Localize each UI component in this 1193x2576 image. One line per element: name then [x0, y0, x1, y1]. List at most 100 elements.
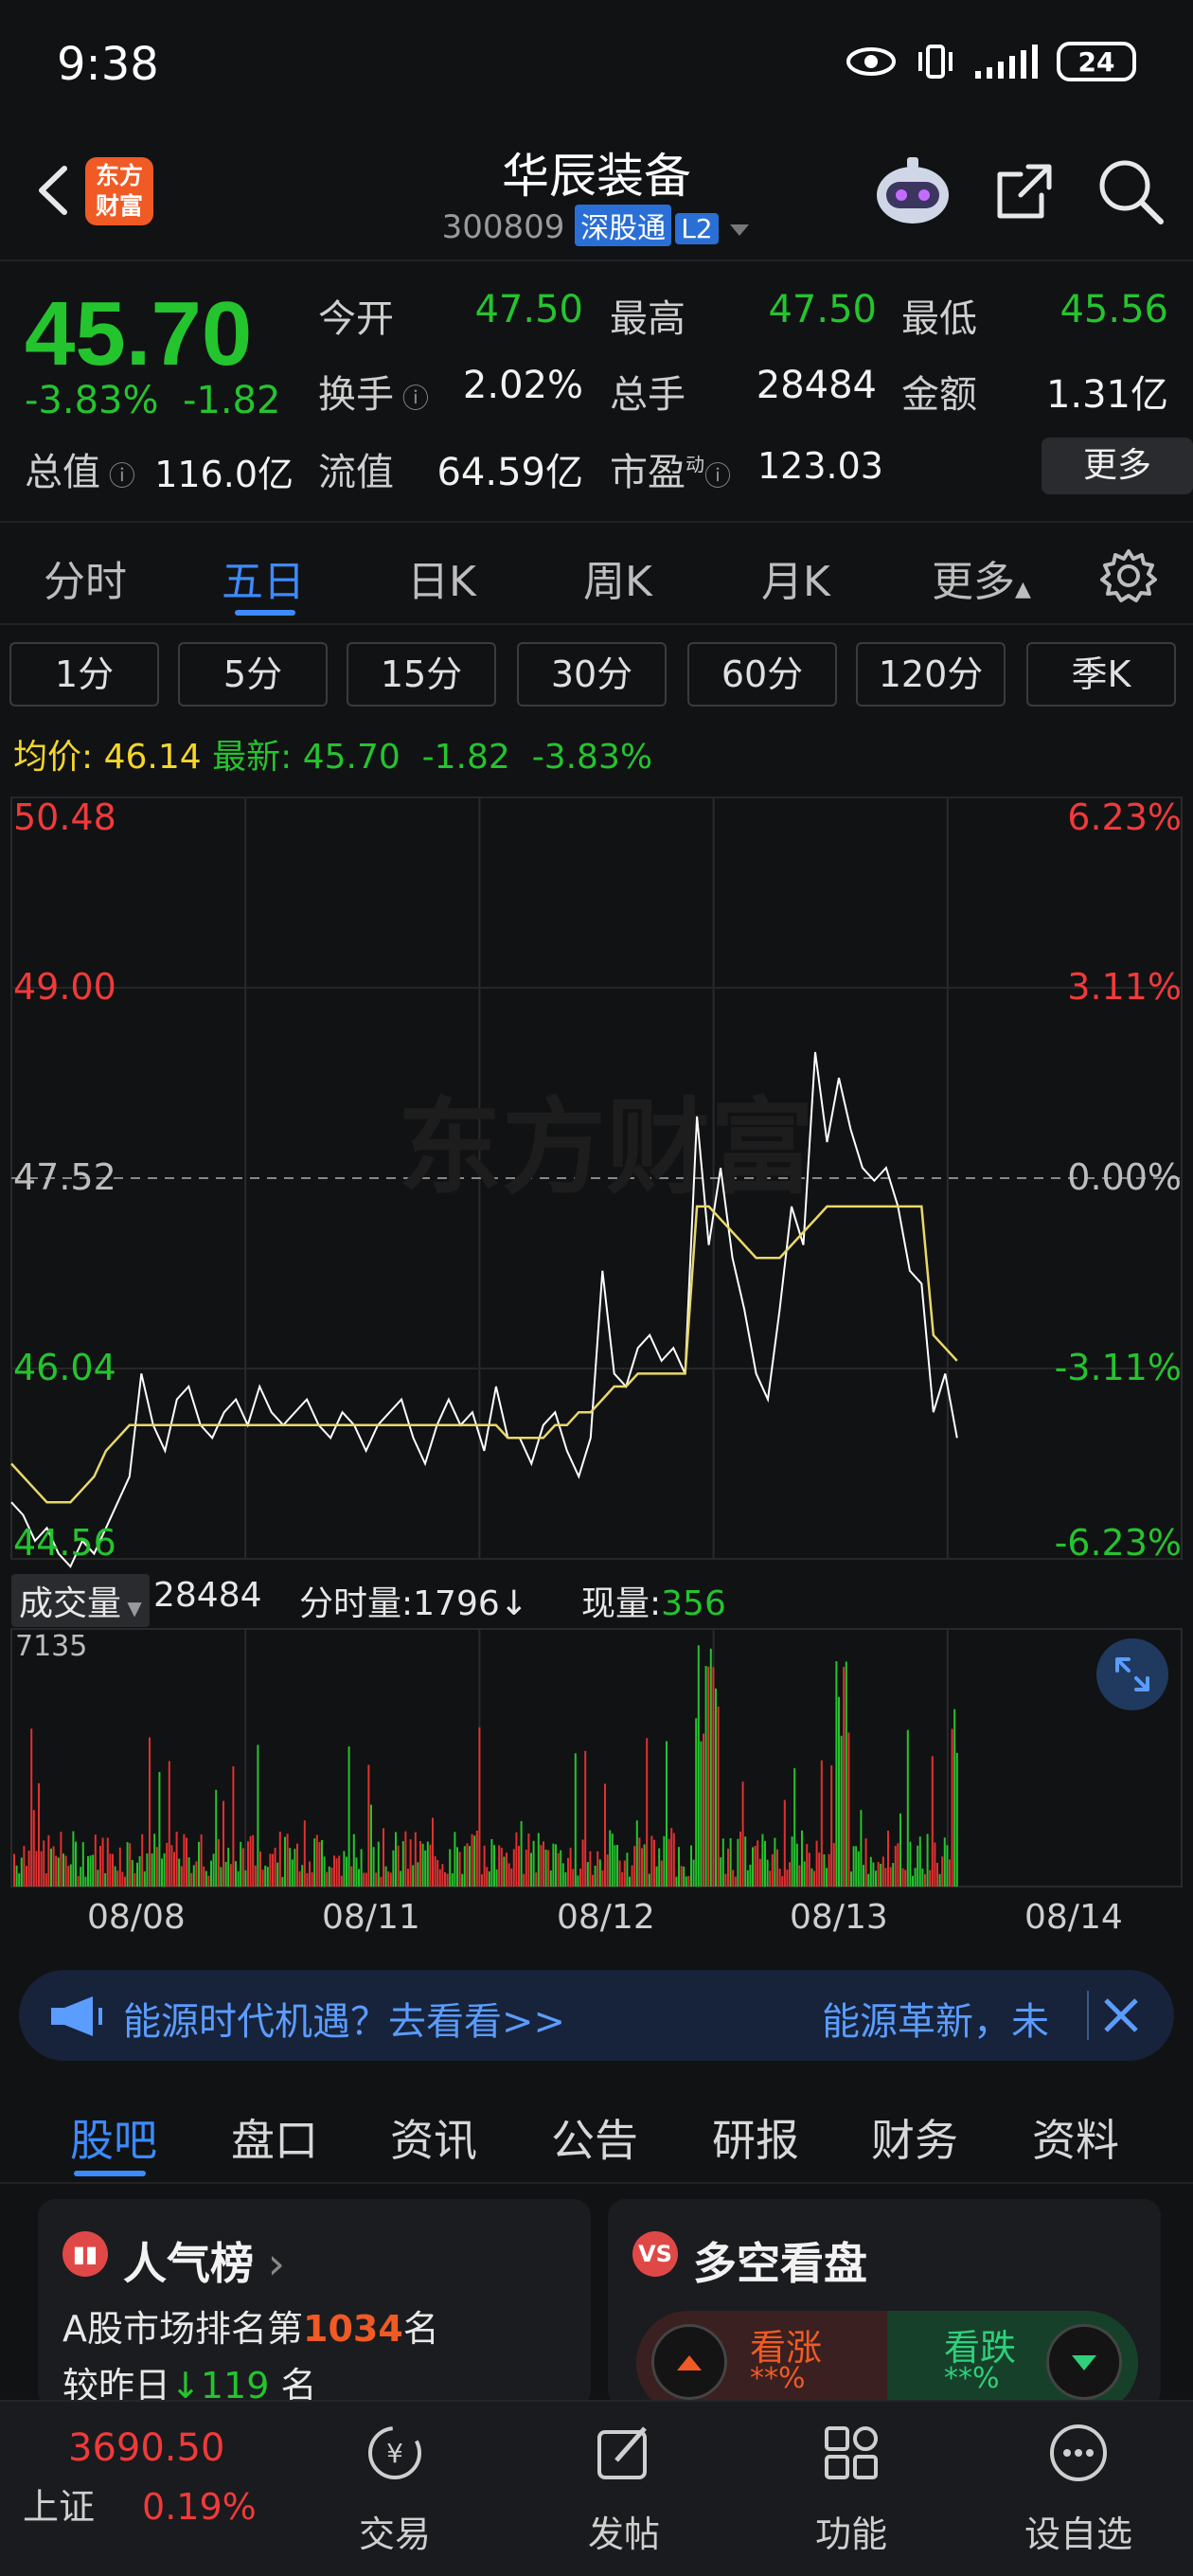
volume-chart[interactable]: 7135: [0, 1625, 1193, 1890]
banner-text-right[interactable]: 能源革新，未: [822, 1991, 1049, 2046]
search-icon[interactable]: [1095, 155, 1166, 227]
triangle-up-icon: [677, 2355, 702, 2370]
volume-bar: [815, 1840, 818, 1887]
volume-bar: [813, 1870, 815, 1887]
volume-bar: [512, 1849, 515, 1887]
popularity-card[interactable]: ▮▮ 人气榜 › A股市场排名第1034名 较昨日↓119 名: [38, 2199, 591, 2407]
tab-fenshi[interactable]: 分时: [44, 547, 127, 608]
volume-bar: [586, 1862, 589, 1887]
volume-bar: [668, 1838, 670, 1887]
volume-bar: [407, 1869, 409, 1887]
volume-bar: [340, 1875, 343, 1887]
high-label: 最高: [610, 297, 686, 341]
tab-monthly-k[interactable]: 月K: [761, 547, 830, 608]
nav-post[interactable]: 发帖: [553, 2419, 695, 2557]
more-button[interactable]: 更多: [1042, 438, 1193, 494]
volume-bar: [653, 1839, 655, 1887]
volume-bar: [131, 1860, 134, 1887]
volume-bar: [633, 1846, 636, 1887]
interval-30min[interactable]: 30分: [517, 642, 667, 707]
volume-bar: [820, 1760, 823, 1887]
tab-weekly-k[interactable]: 周K: [583, 547, 652, 608]
long-short-card[interactable]: VS 多空看盘 看涨 **% 看跌 **%: [608, 2199, 1161, 2407]
info-icon[interactable]: ⓘ: [100, 460, 135, 492]
tab-finance[interactable]: 财务: [871, 2106, 958, 2169]
volume-bar: [912, 1875, 914, 1887]
date-axis: 08/08 08/11 08/12 08/13 08/14: [0, 1898, 1193, 1945]
volume-bar: [648, 1873, 650, 1887]
volume-bar: [855, 1846, 858, 1887]
tab-five-day[interactable]: 五日: [222, 547, 305, 608]
volume-bar: [847, 1732, 850, 1887]
tab-daily-k[interactable]: 日K: [407, 547, 476, 608]
volume-bar: [685, 1876, 687, 1887]
volume-bar: [921, 1868, 924, 1887]
nav-trade[interactable]: ¥ 交易: [324, 2419, 466, 2557]
interval-quarter-k[interactable]: 季K: [1026, 642, 1176, 707]
volume-bar: [296, 1843, 298, 1887]
battery-icon: 24: [1057, 42, 1136, 81]
tab-more[interactable]: 更多▲: [932, 547, 1031, 608]
bear-area[interactable]: 看跌 **%: [887, 2311, 1138, 2407]
interval-60min[interactable]: 60分: [687, 642, 837, 707]
promo-banner[interactable]: 能源时代机遇？去看看>> 能源革新，未: [19, 1970, 1174, 2061]
volume-bar: [210, 1860, 212, 1887]
volume-bar: [195, 1861, 198, 1887]
volume-bar: [444, 1871, 446, 1887]
nav-watchlist[interactable]: 设自选: [1007, 2419, 1149, 2557]
volume-bar: [872, 1862, 875, 1887]
volume-bar: [881, 1856, 884, 1887]
info-icon[interactable]: ⓘ: [704, 460, 731, 492]
volume-bar: [774, 1837, 776, 1887]
y-tick-label-left: 46.04: [13, 1347, 116, 1388]
volume-bar: [618, 1860, 621, 1887]
settings-gear-icon[interactable]: [1100, 547, 1157, 604]
interval-15min[interactable]: 15分: [347, 642, 496, 707]
volume-bar: [493, 1845, 495, 1887]
tab-pankou[interactable]: 盘口: [231, 2106, 318, 2169]
interval-1min[interactable]: 1分: [9, 642, 159, 707]
price-chart[interactable]: 东方财富 50.48 6.23% 49.00 3.11% 47.52 0.00% 46.04…: [0, 786, 1193, 1572]
share-icon[interactable]: [990, 157, 1059, 225]
bull-area[interactable]: 看涨 **%: [636, 2311, 887, 2407]
tab-announcements[interactable]: 公告: [551, 2106, 638, 2169]
index-pct: 0.19%: [142, 2486, 257, 2528]
volume-bar: [776, 1849, 778, 1887]
volume-bar: [707, 1666, 710, 1887]
volume-bar: [946, 1845, 949, 1887]
nav-watchlist-label: 设自选: [1024, 2513, 1132, 2555]
volume-bar: [752, 1847, 754, 1887]
volume-bar: [746, 1869, 749, 1887]
tab-news[interactable]: 资讯: [390, 2106, 477, 2169]
tab-profile[interactable]: 资料: [1032, 2106, 1119, 2169]
volume-bar: [904, 1869, 907, 1887]
interval-5min[interactable]: 5分: [178, 642, 328, 707]
volume-bar: [62, 1853, 64, 1887]
expand-icon[interactable]: [1096, 1638, 1168, 1710]
vs-badge-icon: VS: [632, 2231, 678, 2277]
nav-functions[interactable]: 功能: [780, 2419, 922, 2557]
volume-bar: [190, 1872, 193, 1887]
yen-exchange-icon: ¥: [368, 2426, 421, 2479]
banner-text-left[interactable]: 能源时代机遇？去看看>>: [123, 1991, 565, 2046]
volume-bar: [672, 1833, 675, 1887]
close-icon[interactable]: [1098, 1993, 1144, 2038]
current-price: 45.70: [25, 283, 253, 385]
edit-icon: [597, 2426, 647, 2479]
volume-bar: [614, 1845, 616, 1887]
volume-bar: [227, 1848, 230, 1887]
bear-button[interactable]: [1046, 2324, 1122, 2400]
interval-120min[interactable]: 120分: [856, 642, 1006, 707]
tab-guba[interactable]: 股吧: [70, 2106, 157, 2169]
volume-dropdown[interactable]: 成交量 ▼: [11, 1574, 150, 1627]
volume-bar: [757, 1840, 759, 1887]
robot-assistant-icon[interactable]: [873, 153, 953, 229]
popularity-title: 人气榜 ›: [123, 2229, 285, 2292]
volume-bar: [15, 1865, 18, 1887]
tab-research[interactable]: 研报: [712, 2106, 799, 2169]
volume-bar: [23, 1846, 26, 1887]
volume-bar: [727, 1849, 729, 1887]
bull-button[interactable]: [651, 2324, 727, 2400]
volume-bar: [400, 1870, 402, 1887]
index-ticker[interactable]: 3690.50 上证 0.19%: [23, 2426, 288, 2530]
